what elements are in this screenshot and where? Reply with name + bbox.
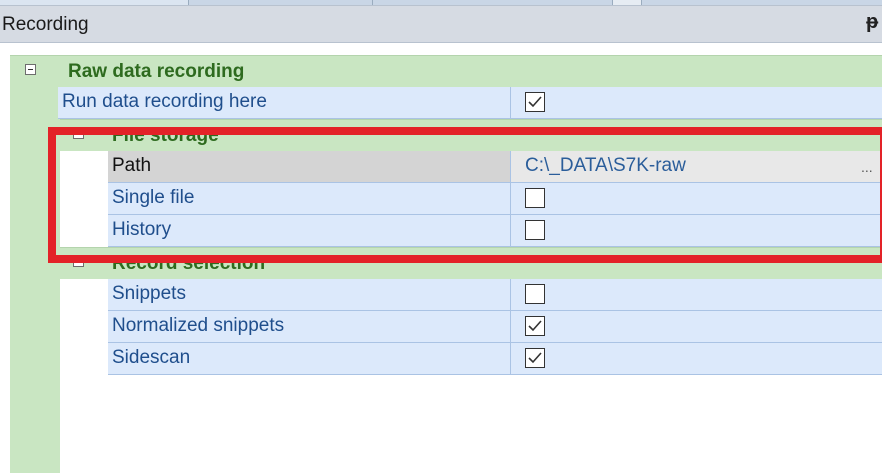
category-raw-data-recording[interactable]: Raw data recording bbox=[10, 55, 882, 87]
property-value[interactable] bbox=[510, 311, 882, 343]
pin-icon[interactable]: ᵽ bbox=[866, 11, 878, 34]
property-row-normalized-snippets[interactable]: Normalized snippets bbox=[108, 311, 882, 343]
snippets-checkbox[interactable] bbox=[525, 284, 545, 304]
panel-title: Recording bbox=[2, 14, 89, 35]
property-row-run-data-recording[interactable]: Run data recording here bbox=[58, 87, 882, 119]
property-value[interactable] bbox=[510, 87, 882, 119]
property-value[interactable] bbox=[510, 279, 882, 311]
property-value[interactable] bbox=[510, 343, 882, 375]
collapse-icon[interactable] bbox=[25, 64, 36, 75]
property-name: Run data recording here bbox=[58, 87, 510, 119]
checkmark-icon bbox=[528, 96, 542, 108]
checkmark-icon bbox=[528, 320, 542, 332]
grid-gutter bbox=[10, 55, 60, 473]
category-label: Raw data recording bbox=[68, 61, 245, 82]
property-name: Sidescan bbox=[108, 343, 510, 375]
property-name: Snippets bbox=[108, 279, 510, 311]
highlight-annotation-box bbox=[48, 127, 882, 263]
property-row-snippets[interactable]: Snippets bbox=[108, 279, 882, 311]
property-row-sidescan[interactable]: Sidescan bbox=[108, 343, 882, 375]
run-here-checkbox[interactable] bbox=[525, 92, 545, 112]
normalized-snippets-checkbox[interactable] bbox=[525, 316, 545, 336]
property-name: Normalized snippets bbox=[108, 311, 510, 343]
checkmark-icon bbox=[528, 352, 542, 364]
sidescan-checkbox[interactable] bbox=[525, 348, 545, 368]
panel-title-bar: Recording ᵽ bbox=[0, 5, 882, 43]
